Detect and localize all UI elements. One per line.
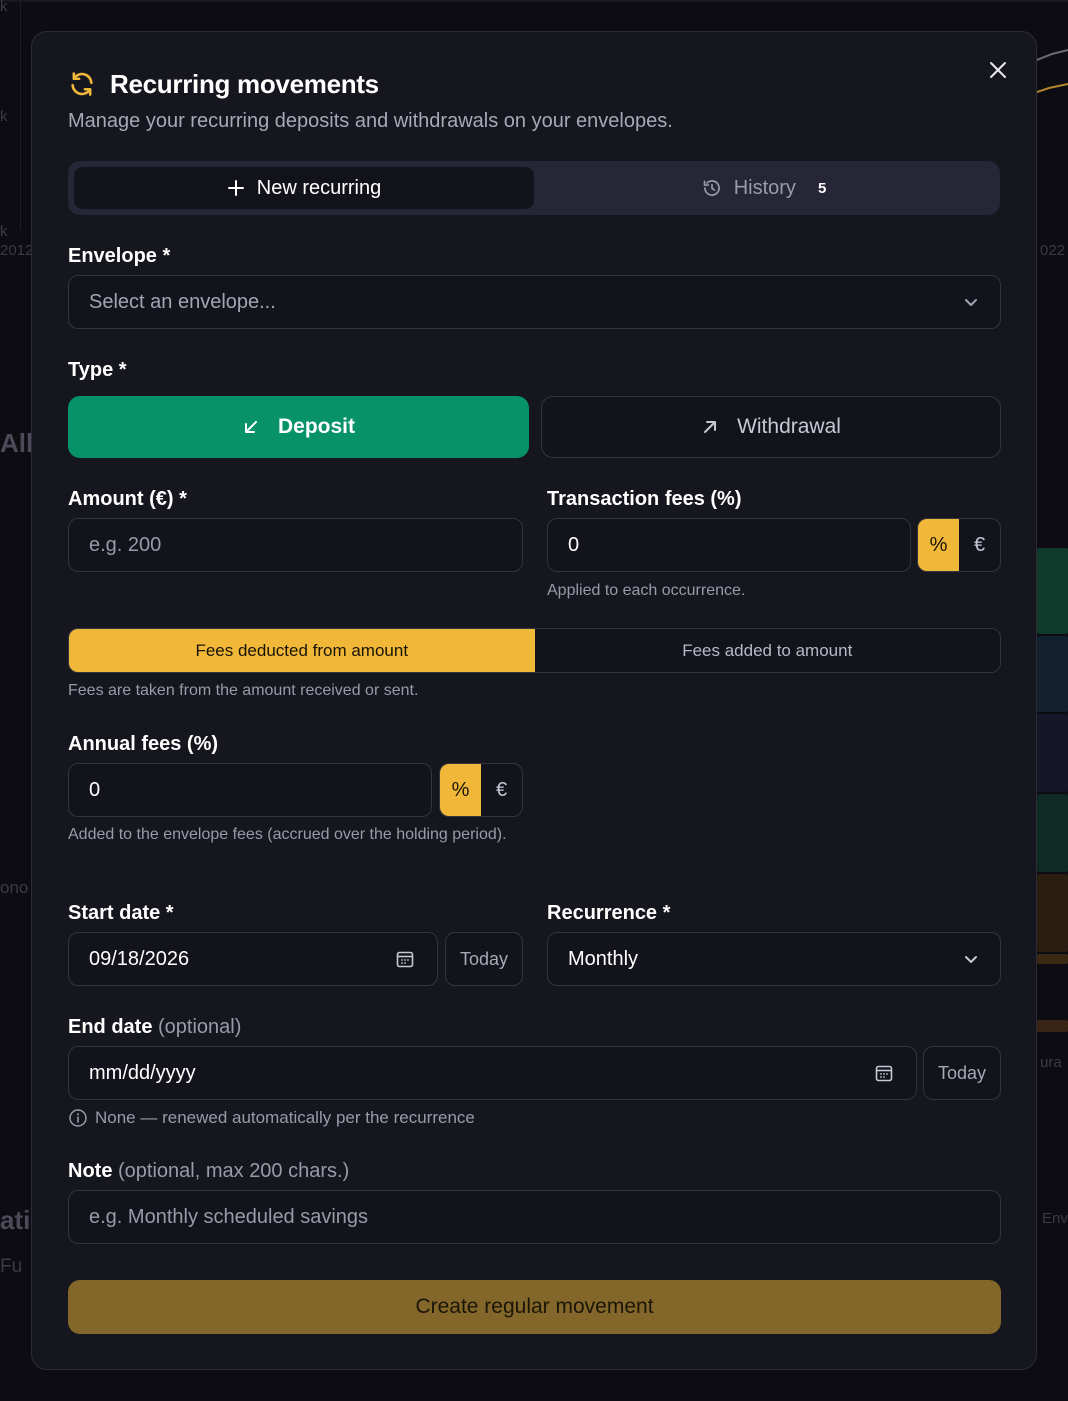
calendar-picker-button[interactable] (393, 947, 417, 971)
transaction-fees-hint: Applied to each occurrence. (547, 582, 746, 599)
bg-block (1037, 636, 1068, 712)
dialog-title: Recurring movements (110, 68, 379, 99)
recurrence-value: Monthly (568, 947, 639, 970)
end-date-optional: (optional) (158, 1016, 242, 1038)
bg-year-label: 2012 (0, 242, 34, 259)
bg-text: Env (1042, 1210, 1068, 1227)
end-date-label-text: End date (68, 1016, 153, 1038)
transaction-fees-unit-toggle: % € (917, 518, 1001, 572)
type-label: Type * (68, 359, 127, 381)
bg-axis-label: k (0, 0, 8, 15)
bg-axis-label: k (0, 108, 8, 125)
recurrence-select[interactable]: Monthly (547, 932, 1001, 986)
end-date-label: End date (optional) (68, 1016, 241, 1039)
bg-block (1037, 1020, 1068, 1032)
annual-fees-hint: Added to the envelope fees (accrued over… (68, 826, 507, 843)
withdrawal-button[interactable]: Withdrawal (541, 396, 1001, 458)
envelope-label: Envelope * (68, 245, 171, 267)
recurring-movements-dialog: Recurring movements Manage your recurrin… (31, 31, 1037, 1370)
tab-new-recurring[interactable]: New recurring (74, 167, 534, 209)
start-date-label: Start date * (68, 902, 174, 924)
annual-fees-unit-toggle: % € (439, 763, 523, 817)
bg-text: ura (1040, 1054, 1062, 1071)
bg-chart-line (1037, 49, 1068, 93)
note-field[interactable] (68, 1190, 1001, 1244)
create-movement-button[interactable]: Create regular movement (68, 1280, 1001, 1334)
end-date-hint: None — renewed automatically per the rec… (68, 1105, 475, 1131)
amount-field[interactable] (68, 518, 523, 572)
arrow-down-left-icon (244, 421, 257, 433)
start-date-value: 09/18/2026 (89, 947, 190, 970)
annual-fees-label: Annual fees (%) (68, 733, 219, 755)
end-date-today-button[interactable]: Today (923, 1046, 1001, 1100)
bg-axis-line (20, 0, 21, 230)
note-optional: (optional, max 200 chars.) (118, 1160, 350, 1182)
amount-label: Amount (€) * (68, 488, 187, 510)
arrow-up-right-icon (704, 421, 717, 433)
dialog-subtitle: Manage your recurring deposits and withd… (68, 110, 673, 132)
bg-text: Fu (0, 1256, 23, 1277)
history-icon (703, 180, 720, 196)
bg-axis-label: k (0, 223, 8, 240)
deposit-label: Deposit (277, 415, 355, 438)
start-date-today-button[interactable]: Today (445, 932, 523, 986)
end-date-field[interactable]: mm/dd/yyyy (68, 1046, 917, 1100)
start-date-field[interactable]: 09/18/2026 (68, 932, 438, 986)
transaction-fees-label: Transaction fees (%) (547, 488, 742, 510)
refresh-icon (71, 72, 93, 96)
bg-text: ono (0, 878, 29, 897)
dialog-header: Recurring movements Manage your recurrin… (68, 68, 1000, 133)
tab-label: New recurring (256, 176, 382, 199)
info-icon (69, 1109, 87, 1127)
recurrence-label: Recurrence * (547, 902, 671, 924)
chevron-down-icon (965, 956, 977, 963)
bg-block (1037, 714, 1068, 792)
plus-icon (227, 180, 244, 196)
fee-mode-toggle: Fees deducted from amount Fees added to … (68, 628, 1001, 673)
fee-mode-hint: Fees are taken from the amount received … (68, 682, 419, 699)
calendar-picker-button[interactable] (872, 1061, 896, 1085)
envelope-select[interactable]: Select an envelope... (68, 275, 1001, 329)
envelope-placeholder: Select an envelope... (89, 290, 276, 313)
bg-heading: ati (0, 1205, 31, 1235)
calendar-icon (875, 1065, 893, 1082)
bg-year-label: 022 (1040, 242, 1066, 259)
transaction-fees-field[interactable]: 0 (547, 518, 911, 572)
bg-top-border (0, 0, 1068, 2)
end-date-placeholder: mm/dd/yyyy (89, 1061, 196, 1084)
annual-fees-field[interactable]: 0 (68, 763, 432, 817)
euro-unit-button[interactable]: € (481, 764, 522, 816)
bg-block (1037, 794, 1068, 872)
percent-unit-button[interactable]: % (440, 764, 481, 816)
note-label: Note (optional, max 200 chars.) (68, 1160, 349, 1183)
euro-unit-button[interactable]: € (959, 519, 1000, 571)
end-date-hint-text: None — renewed automatically per the rec… (95, 1108, 475, 1127)
fees-added-option[interactable]: Fees added to amount (534, 629, 1000, 672)
note-label-text: Note (68, 1160, 113, 1182)
history-count-badge: 5 (817, 179, 827, 197)
annual-fees-value: 0 (89, 778, 101, 801)
amount-input[interactable] (89, 533, 502, 557)
percent-unit-button[interactable]: % (918, 519, 959, 571)
mode-tabs: New recurring History 5 (68, 161, 1000, 215)
fees-deducted-option[interactable]: Fees deducted from amount (69, 629, 535, 672)
bg-block (1037, 954, 1068, 964)
note-input[interactable] (89, 1205, 980, 1229)
withdrawal-label: Withdrawal (737, 415, 841, 438)
bg-block (1037, 874, 1068, 952)
transaction-fees-value: 0 (568, 533, 580, 556)
bg-block (1037, 548, 1068, 634)
chevron-down-icon (965, 299, 977, 306)
tab-history[interactable]: History 5 (534, 167, 994, 209)
tab-label: History (733, 176, 796, 199)
calendar-icon (396, 951, 414, 968)
deposit-button[interactable]: Deposit (68, 396, 529, 458)
